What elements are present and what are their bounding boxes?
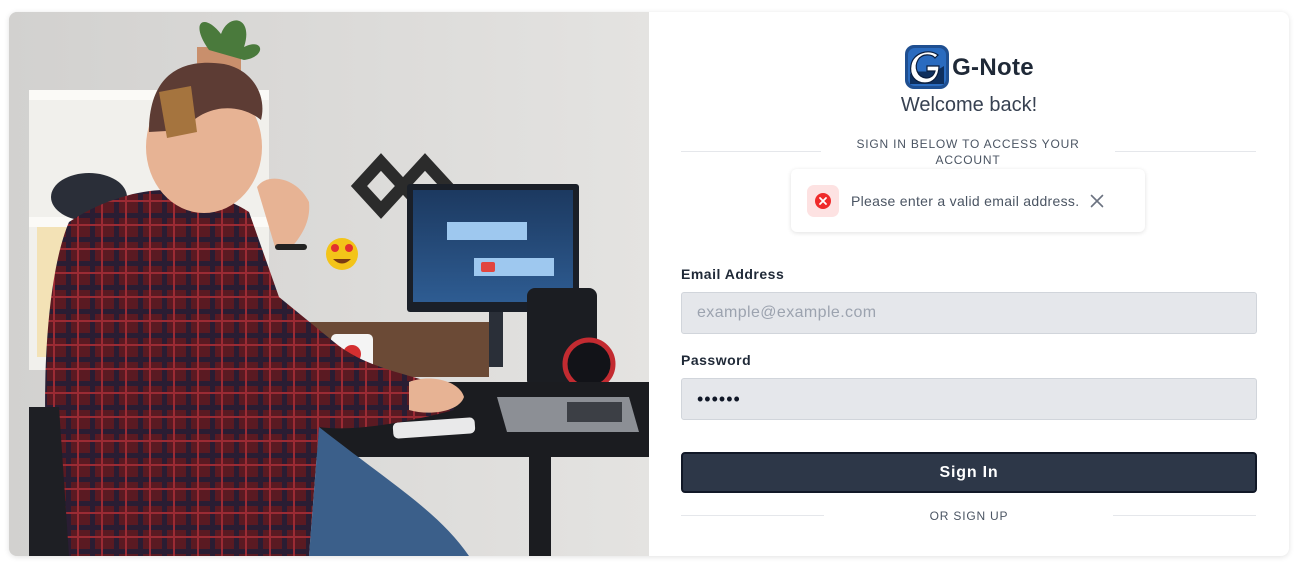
g-note-logo-icon — [905, 45, 950, 89]
error-icon — [807, 184, 839, 217]
hero-image — [9, 12, 649, 556]
sign-up-link[interactable]: OR SIGN UP — [839, 508, 1099, 524]
email-input[interactable] — [681, 292, 1257, 334]
login-card: G-Note Welcome back! SIGN IN BELOW TO AC… — [9, 12, 1289, 556]
sign-in-button[interactable]: Sign In — [681, 452, 1257, 493]
error-toast: Please enter a valid email address. — [791, 169, 1145, 232]
workspace-illustration — [9, 12, 649, 556]
signin-subheading: SIGN IN BELOW TO ACCESS YOUR ACCOUNT — [856, 137, 1080, 167]
signin-panel: G-Note Welcome back! SIGN IN BELOW TO AC… — [649, 12, 1289, 556]
divider-line-right — [1115, 151, 1256, 152]
welcome-heading: Welcome back! — [900, 94, 1038, 116]
signup-divider-line-right — [1113, 515, 1256, 516]
brand: G-Note — [649, 44, 1289, 90]
password-label: Password — [681, 352, 752, 368]
signup-divider-line-left — [681, 515, 824, 516]
password-input[interactable] — [681, 378, 1257, 420]
divider-line-left — [681, 151, 821, 152]
brand-name: G-Note — [952, 54, 1034, 81]
email-label: Email Address — [681, 266, 785, 282]
error-message: Please enter a valid email address. — [851, 192, 1080, 209]
close-icon[interactable] — [1089, 193, 1105, 209]
